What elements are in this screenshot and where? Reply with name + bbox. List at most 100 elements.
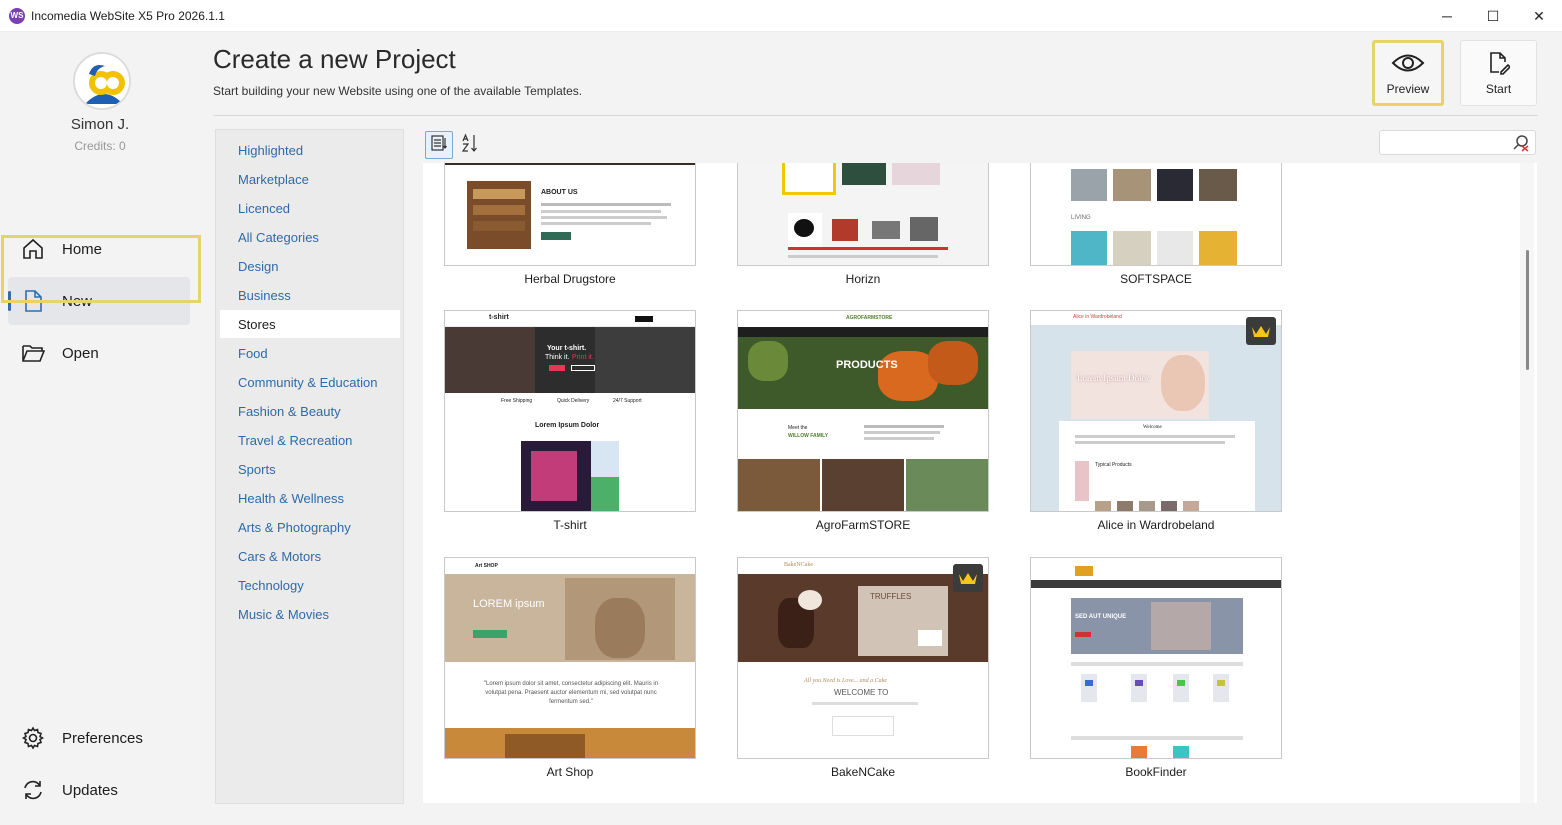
nav-preferences[interactable]: Preferences: [8, 714, 190, 762]
maximize-button[interactable]: ☐: [1470, 0, 1516, 32]
sort-az-icon: [461, 132, 479, 158]
gear-icon: [20, 725, 46, 751]
thumb-tshirt-f3: 24/7 Support: [613, 398, 642, 404]
category-food[interactable]: Food: [220, 339, 400, 367]
category-design[interactable]: Design: [220, 252, 400, 280]
search-clear-icon[interactable]: [1512, 134, 1530, 152]
template-thumbnail: LIVING: [1030, 163, 1282, 266]
category-travel-recreation[interactable]: Travel & Recreation: [220, 426, 400, 454]
nav-new[interactable]: New: [8, 277, 190, 325]
preview-button[interactable]: Preview: [1372, 40, 1444, 106]
start-label: Start: [1485, 82, 1512, 96]
template-card-tshirt[interactable]: t-shirt Your t-shirt. Think it. Print it…: [444, 310, 696, 532]
nav-updates-label: Updates: [62, 781, 118, 799]
home-icon: [20, 236, 46, 262]
category-all[interactable]: All Categories: [220, 223, 400, 251]
nav-open[interactable]: Open: [8, 329, 190, 377]
template-name: Art Shop: [546, 765, 594, 779]
thumb-alice-brand: Alice in Wardrobeland: [1073, 314, 1122, 320]
template-thumbnail: Alice in Wardrobeland Lorem Ipsum Dolor …: [1030, 310, 1282, 512]
category-marketplace[interactable]: Marketplace: [220, 165, 400, 193]
page-subtitle: Start building your new Website using on…: [213, 84, 583, 98]
sort-button[interactable]: [456, 131, 484, 159]
category-community-education[interactable]: Community & Education: [220, 368, 400, 396]
template-grid: ABOUT US Herbal Drugstore Horizn LIVING …: [423, 163, 1537, 803]
template-thumbnail: ABOUT US: [444, 163, 696, 266]
template-card-art-shop[interactable]: Art SHOP LOREM ipsum "Lorem ipsum dolor …: [444, 557, 696, 779]
nav-updates[interactable]: Updates: [8, 766, 190, 814]
nav-preferences-label: Preferences: [62, 729, 143, 747]
thumb-tshirt-hero1: Your t-shirt.: [547, 345, 587, 352]
eye-icon: [1391, 50, 1425, 76]
nav-new-label: New: [62, 292, 93, 310]
template-name: Herbal Drugstore: [524, 272, 616, 286]
grid-scrollbar-thumb[interactable]: [1526, 250, 1529, 370]
nav-home-label: Home: [62, 240, 103, 258]
thumb-bake-brand: BakeNCake: [784, 562, 813, 568]
template-name: BakeNCake: [830, 765, 896, 779]
category-music-movies[interactable]: Music & Movies: [220, 600, 400, 628]
thumb-art-hero: LOREM ipsum: [473, 598, 545, 610]
category-technology[interactable]: Technology: [220, 571, 400, 599]
premium-crown-icon: [953, 564, 983, 592]
category-business[interactable]: Business: [220, 281, 400, 309]
avatar[interactable]: [73, 52, 131, 110]
template-card-bakencake[interactable]: BakeNCake TRUFFLES All you Need is Love.…: [737, 557, 989, 779]
category-licenced[interactable]: Licenced: [220, 194, 400, 222]
view-mode-button[interactable]: [425, 131, 453, 159]
thumb-agro-hero: PRODUCTS: [836, 359, 898, 371]
category-stores[interactable]: Stores: [220, 310, 400, 338]
thumb-agro-meet: Meet the: [788, 425, 808, 431]
premium-crown-icon: [1246, 317, 1276, 345]
user-credits: Credits: 0: [74, 139, 126, 153]
category-cars-motors[interactable]: Cars & Motors: [220, 542, 400, 570]
thumb-tshirt-lorem: Lorem Ipsum Dolor: [535, 422, 600, 429]
thumb-alice-hero: Lorem Ipsum Dolor: [1077, 373, 1149, 383]
thumb-art-brand: Art SHOP: [475, 563, 498, 569]
thumb-herbal-heading: ABOUT US: [541, 189, 578, 196]
template-card-softspace[interactable]: LIVING SOFTSPACE: [1030, 163, 1282, 286]
thumb-art-quote: "Lorem ipsum dolor sit amet, consectetur…: [483, 681, 659, 705]
thumb-softspace-label: LIVING: [1071, 215, 1091, 221]
template-name: AgroFarmSTORE: [815, 518, 911, 532]
template-card-agrofarmstore[interactable]: AGROFARMSTORE PRODUCTS Meet the WILLOW F…: [737, 310, 989, 532]
nav-home[interactable]: Home: [8, 225, 190, 273]
template-name: SOFTSPACE: [1120, 272, 1192, 286]
thumb-tshirt-hero2: Think it.: [545, 354, 570, 361]
category-health-wellness[interactable]: Health & Wellness: [220, 484, 400, 512]
template-card-herbal-drugstore[interactable]: ABOUT US Herbal Drugstore: [444, 163, 696, 286]
thumb-book-hero: SED AUT UNIQUE: [1075, 614, 1127, 620]
thumb-agro-brand: AGROFARMSTORE: [846, 315, 893, 321]
header-divider: [213, 115, 1538, 116]
page-title: Create a new Project: [213, 44, 456, 74]
close-button[interactable]: ✕: [1516, 0, 1562, 32]
thumb-tshirt-f1: Free Shipping: [501, 398, 533, 404]
thumb-bake-welcome: WELCOME TO: [834, 688, 889, 697]
new-document-icon: [20, 288, 46, 314]
thumb-agro-family: WILLOW FAMILY: [788, 433, 829, 439]
template-name: BookFinder: [1125, 765, 1187, 779]
category-arts-photography[interactable]: Arts & Photography: [220, 513, 400, 541]
template-thumbnail: [737, 163, 989, 266]
template-thumbnail: SED AUT UNIQUE: [1030, 557, 1282, 759]
preview-label: Preview: [1386, 82, 1430, 96]
window-controls: ─ ☐ ✕: [1424, 0, 1562, 32]
template-name: T-shirt: [553, 518, 587, 532]
category-highlighted[interactable]: Highlighted: [220, 136, 400, 164]
folder-icon: [20, 340, 46, 366]
thumb-bake-hero: TRUFFLES: [870, 592, 912, 601]
category-sports[interactable]: Sports: [220, 455, 400, 483]
thumb-tshirt-f2: Quick Delivery: [557, 398, 590, 404]
template-thumbnail: Art SHOP LOREM ipsum "Lorem ipsum dolor …: [444, 557, 696, 759]
refresh-icon: [20, 777, 46, 803]
template-name: Alice in Wardrobeland: [1097, 518, 1215, 532]
template-thumbnail: AGROFARMSTORE PRODUCTS Meet the WILLOW F…: [737, 310, 989, 512]
start-button[interactable]: Start: [1460, 40, 1537, 106]
minimize-button[interactable]: ─: [1424, 0, 1470, 32]
template-card-alice-in-wardrobeland[interactable]: Alice in Wardrobeland Lorem Ipsum Dolor …: [1030, 310, 1282, 532]
template-thumbnail: BakeNCake TRUFFLES All you Need is Love.…: [737, 557, 989, 759]
template-card-horizn[interactable]: Horizn: [737, 163, 989, 286]
template-card-bookfinder[interactable]: SED AUT UNIQUE BookFinder: [1030, 557, 1282, 779]
category-fashion-beauty[interactable]: Fashion & Beauty: [220, 397, 400, 425]
template-name: Horizn: [845, 272, 881, 286]
